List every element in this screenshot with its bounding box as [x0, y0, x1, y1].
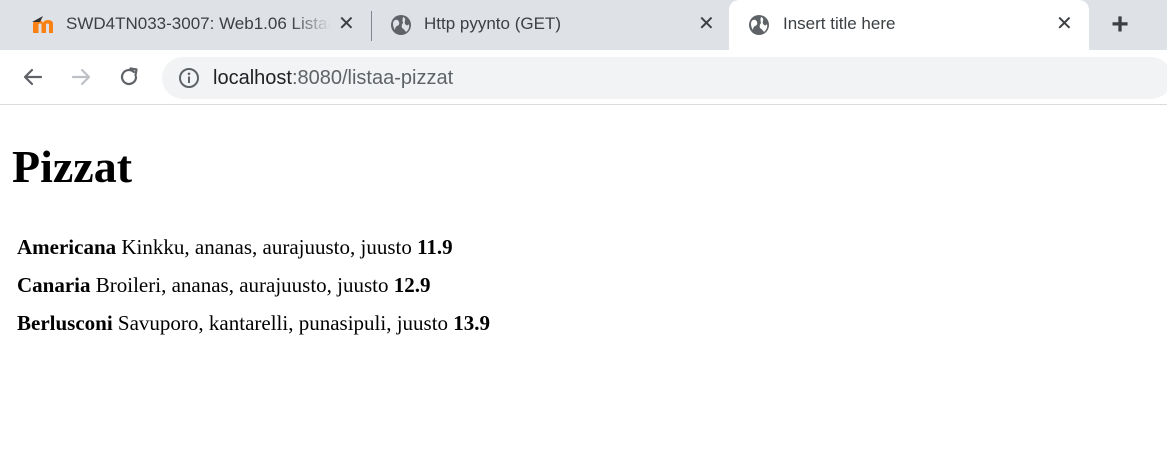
tab-strip: SWD4TN033-3007: Web1.06 Listaa ✕ Http py… — [0, 0, 1167, 50]
pizza-ingredients: Kinkku, ananas, aurajuusto, juusto — [121, 235, 412, 259]
address-bar[interactable]: localhost:8080/listaa-pizzat — [162, 57, 1167, 99]
list-item: Canaria Broileri, ananas, aurajuusto, ju… — [17, 266, 490, 304]
pizza-name: Berlusconi — [17, 311, 113, 335]
page-heading: Pizzat — [12, 141, 133, 192]
list-item: Berlusconi Savuporo, kantarelli, punasip… — [17, 304, 490, 342]
plus-icon: + — [1111, 8, 1129, 41]
browser-toolbar: localhost:8080/listaa-pizzat — [0, 50, 1167, 105]
list-item: Americana Kinkku, ananas, aurajuusto, ju… — [17, 228, 490, 266]
pizza-price: 12.9 — [393, 273, 431, 297]
new-tab-button[interactable]: + — [1100, 8, 1140, 42]
close-tab-icon[interactable]: ✕ — [698, 14, 715, 34]
tab-moodle[interactable]: SWD4TN033-3007: Web1.06 Listaa ✕ — [0, 0, 368, 50]
tab-http-pyynto[interactable]: Http pyynto (GET) ✕ — [372, 0, 728, 50]
moodle-icon — [32, 16, 53, 33]
pizza-list: Americana Kinkku, ananas, aurajuusto, ju… — [17, 228, 490, 342]
tab-title: Insert title here — [783, 14, 896, 33]
pizza-name: Americana — [17, 235, 117, 259]
tab-title: SWD4TN033-3007: Web1.06 Listaa — [66, 14, 331, 33]
globe-icon — [391, 15, 411, 35]
arrow-left-icon — [23, 68, 43, 86]
pizza-price: 13.9 — [453, 311, 491, 335]
back-button[interactable] — [18, 62, 48, 92]
reload-button[interactable] — [114, 62, 144, 92]
address-url[interactable]: localhost:8080/listaa-pizzat — [213, 67, 453, 90]
pizza-ingredients: Broileri, ananas, aurajuusto, juusto — [95, 273, 389, 297]
pizza-name: Canaria — [17, 273, 91, 297]
close-tab-icon[interactable]: ✕ — [338, 14, 355, 34]
tab-title: Http pyynto (GET) — [424, 14, 561, 33]
reload-icon — [120, 67, 138, 86]
forward-button[interactable] — [66, 62, 96, 92]
pizza-ingredients: Savuporo, kantarelli, punasipuli, juusto — [117, 311, 449, 335]
arrow-right-icon — [71, 68, 91, 86]
info-icon[interactable] — [178, 67, 200, 89]
close-tab-icon[interactable]: ✕ — [1056, 14, 1073, 34]
page-content: Pizzat Americana Kinkku, ananas, aurajuu… — [0, 106, 1167, 466]
url-path: :8080/listaa-pizzat — [291, 67, 454, 89]
tab-insert-title[interactable]: Insert title here ✕ — [729, 0, 1089, 50]
globe-icon — [749, 15, 769, 35]
url-host: localhost — [213, 67, 292, 89]
pizza-price: 11.9 — [417, 235, 453, 259]
